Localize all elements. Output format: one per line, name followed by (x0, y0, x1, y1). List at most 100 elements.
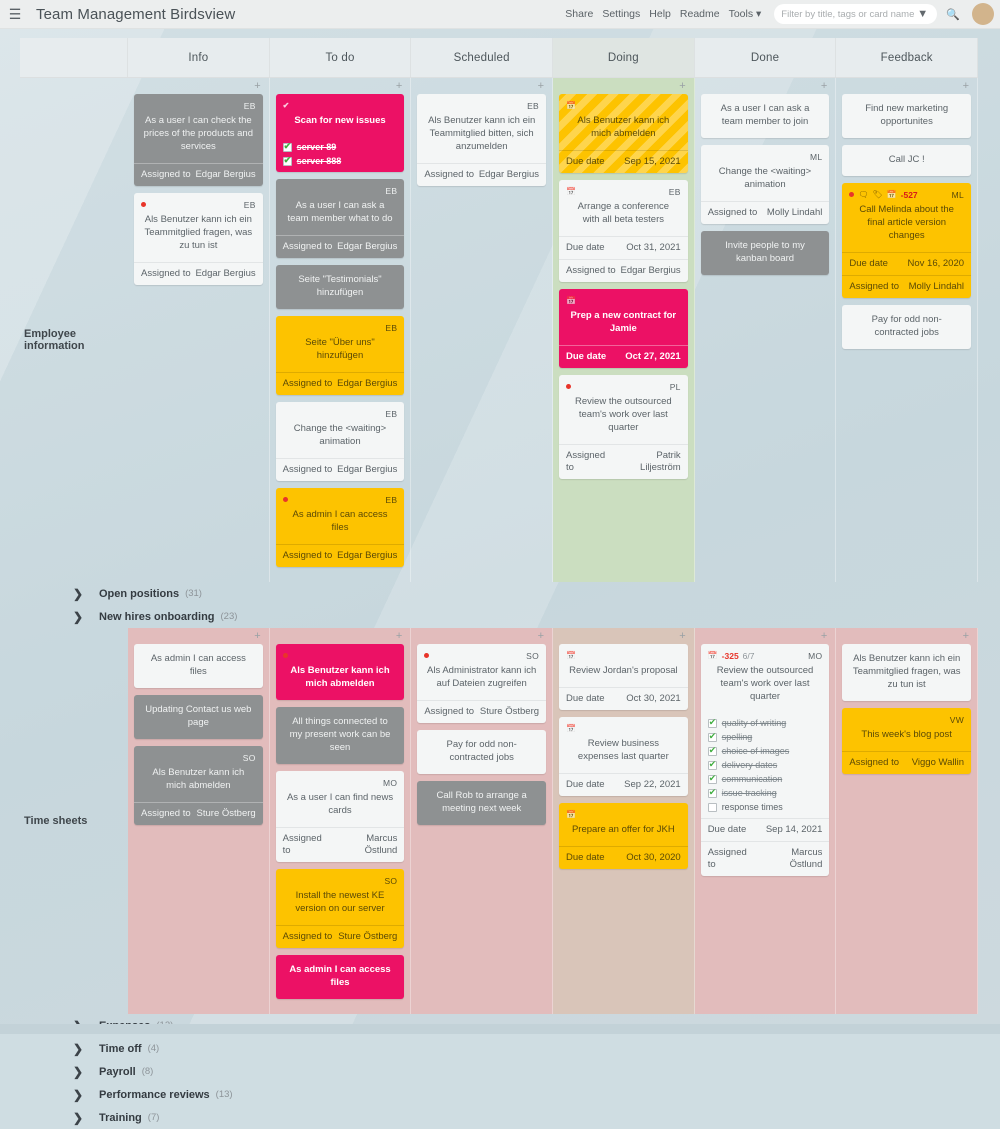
card[interactable]: Call JC ! (842, 145, 971, 176)
chevron-right-icon[interactable]: ❯ (73, 1042, 99, 1056)
nav-share[interactable]: Share (565, 8, 593, 20)
card[interactable]: Find new marketing opportunites (842, 94, 971, 138)
card[interactable]: 🗨🏷📅-527MLCall Melinda about the final ar… (842, 183, 971, 298)
chevron-right-icon[interactable]: ❯ (73, 1111, 99, 1125)
column-header-feedback[interactable]: Feedback (836, 38, 978, 77)
card[interactable]: 📅Prepare an offer for JKHDue dateOct 30,… (559, 803, 688, 869)
chevron-right-icon[interactable]: ❯ (73, 610, 99, 624)
card[interactable]: EBChange the <waiting> animationAssigned… (276, 402, 405, 481)
card[interactable]: 📅Prep a new contract for JamieDue dateOc… (559, 289, 688, 368)
card[interactable]: VWThis week's blog postAssigned toViggo … (842, 708, 971, 774)
checklist-item[interactable]: server 888 (283, 154, 398, 168)
add-card-button[interactable]: + (417, 78, 546, 94)
checkbox-icon[interactable] (283, 157, 292, 166)
card[interactable]: As admin I can access files (134, 644, 263, 688)
collapsed-swimlane-new-hires-onboarding[interactable]: ❯New hires onboarding(23) (20, 605, 978, 628)
checkbox-icon[interactable] (708, 789, 717, 798)
card[interactable]: As admin I can access files (276, 955, 405, 999)
swimlane-label[interactable]: Time sheets (20, 628, 128, 1014)
card[interactable]: Seite "Testimonials" hinzufügen (276, 265, 405, 309)
search-icon[interactable]: 🔍 (946, 8, 960, 21)
card[interactable]: 📅Review business expenses last quarterDu… (559, 717, 688, 796)
card[interactable]: Invite people to my kanban board (701, 231, 830, 275)
checklist-item[interactable]: server 89 (283, 140, 398, 154)
checkbox-icon[interactable] (708, 747, 717, 756)
chevron-right-icon[interactable]: ❯ (73, 1088, 99, 1102)
add-card-button[interactable]: + (134, 628, 263, 644)
card-body: EBChange the <waiting> animation (276, 402, 405, 458)
checklist-item[interactable]: response times (708, 800, 823, 814)
card[interactable]: ✔Scan for new issuesserver 89server 888 (276, 94, 405, 172)
add-card-button[interactable]: + (134, 78, 263, 94)
filter-box[interactable]: ▼ (774, 4, 937, 24)
checklist-item[interactable]: spelling (708, 730, 823, 744)
add-card-button[interactable]: + (842, 78, 971, 94)
filter-input[interactable] (781, 9, 917, 20)
nav-tools[interactable]: Tools ▾ (729, 8, 762, 20)
card[interactable]: SOAls Benutzer kann ich mich abmeldenAss… (134, 746, 263, 825)
nav-readme[interactable]: Readme (680, 8, 720, 20)
collapsed-swimlane-time-off[interactable]: ❯Time off(4) (20, 1037, 978, 1060)
funnel-icon[interactable]: ▼ (917, 8, 928, 20)
nav-help[interactable]: Help (649, 8, 671, 20)
card[interactable]: EBAs a user I can ask a team member what… (276, 179, 405, 258)
card[interactable]: EBAls Benutzer kann ich ein Teammitglied… (417, 94, 546, 186)
card[interactable]: As a user I can ask a team member to joi… (701, 94, 830, 138)
checkbox-icon[interactable] (708, 733, 717, 742)
card[interactable]: Pay for odd non-contracted jobs (842, 305, 971, 349)
card[interactable]: 📅-3256/7MOReview the outsourced team's w… (701, 644, 830, 876)
column-header-scheduled[interactable]: Scheduled (411, 38, 553, 77)
checkbox-icon[interactable] (708, 761, 717, 770)
card[interactable]: EBAs a user I can check the prices of th… (134, 94, 263, 186)
checkbox-icon[interactable] (708, 719, 717, 728)
user-avatar[interactable] (972, 3, 994, 25)
collapsed-swimlane-performance-reviews[interactable]: ❯Performance reviews(13) (20, 1083, 978, 1106)
collapsed-swimlane-training[interactable]: ❯Training(7) (20, 1106, 978, 1129)
add-card-button[interactable]: + (559, 628, 688, 644)
swimlane-label[interactable]: Employee information (20, 78, 128, 582)
column-header-done[interactable]: Done (695, 38, 837, 77)
add-card-button[interactable]: + (417, 628, 546, 644)
column-header-info[interactable]: Info (128, 38, 270, 77)
card[interactable]: SOAls Administrator kann ich auf Dateien… (417, 644, 546, 723)
card[interactable]: Updating Contact us web page (134, 695, 263, 739)
card[interactable]: MOAs a user I can find news cardsAssigne… (276, 771, 405, 862)
nav-settings[interactable]: Settings (602, 8, 640, 20)
collapsed-swimlane-open-positions[interactable]: ❯Open positions(31) (20, 582, 978, 605)
chevron-right-icon[interactable]: ❯ (73, 587, 99, 601)
chevron-right-icon[interactable]: ❯ (73, 1065, 99, 1079)
card[interactable]: All things connected to my present work … (276, 707, 405, 764)
checklist-item[interactable]: communication (708, 772, 823, 786)
column-header-to-do[interactable]: To do (270, 38, 412, 77)
card[interactable]: EBAs admin I can access filesAssigned to… (276, 488, 405, 567)
card[interactable]: PLReview the outsourced team's work over… (559, 375, 688, 479)
checklist-item[interactable]: choice of images (708, 744, 823, 758)
add-card-button[interactable]: + (701, 78, 830, 94)
checklist-item[interactable]: issue tracking (708, 786, 823, 800)
column-header-doing[interactable]: Doing (553, 38, 695, 77)
card[interactable]: 📅Als Benutzer kann ich mich abmeldenDue … (559, 94, 688, 173)
card[interactable]: Als Benutzer kann ich ein Teammitglied f… (842, 644, 971, 701)
card[interactable]: MLChange the <waiting> animationAssigned… (701, 145, 830, 224)
checkbox-icon[interactable] (283, 143, 292, 152)
add-card-button[interactable]: + (276, 78, 405, 94)
add-card-button[interactable]: + (701, 628, 830, 644)
card[interactable]: 📅Review Jordan's proposalDue dateOct 30,… (559, 644, 688, 710)
add-card-button[interactable]: + (559, 78, 688, 94)
card[interactable]: Pay for odd non-contracted jobs (417, 730, 546, 774)
card[interactable]: Als Benutzer kann ich mich abmelden (276, 644, 405, 700)
card[interactable]: SOInstall the newest KE version on our s… (276, 869, 405, 948)
collapsed-swimlane-payroll[interactable]: ❯Payroll(8) (20, 1060, 978, 1083)
add-card-button[interactable]: + (842, 628, 971, 644)
checklist-item[interactable]: quality of writing (708, 716, 823, 730)
checkbox-icon[interactable] (708, 803, 717, 812)
checkbox-icon[interactable] (708, 775, 717, 784)
horizontal-scrollbar[interactable] (0, 1024, 1000, 1034)
card[interactable]: Call Rob to arrange a meeting next week (417, 781, 546, 825)
card[interactable]: EBAls Benutzer kann ich ein Teammitglied… (134, 193, 263, 285)
checklist-item[interactable]: delivery dates (708, 758, 823, 772)
card[interactable]: EBSeite "Über uns" hinzufügenAssigned to… (276, 316, 405, 395)
hamburger-menu-icon[interactable]: ☰ (0, 0, 30, 29)
card[interactable]: 📅EBArrange a conference with all beta te… (559, 180, 688, 282)
add-card-button[interactable]: + (276, 628, 405, 644)
